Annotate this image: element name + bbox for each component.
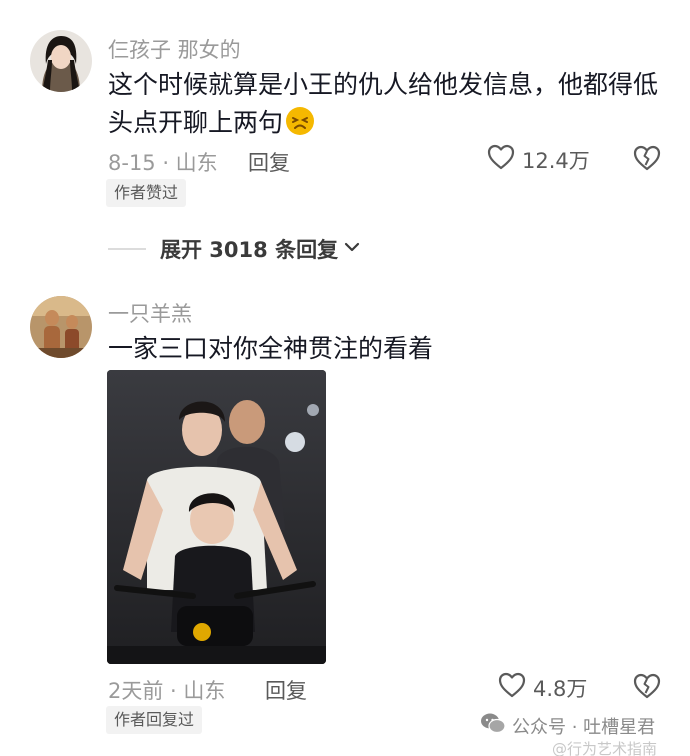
watermark-sub: @行为艺术指南 <box>552 740 658 756</box>
author-badge: 作者回复过 <box>106 706 203 734</box>
broken-heart-icon <box>632 145 662 177</box>
comment-image[interactable] <box>107 370 326 664</box>
wechat-icon <box>480 712 506 739</box>
watermark: 公众号 · 吐槽星君 <box>480 712 655 739</box>
avatar[interactable] <box>30 296 92 358</box>
emoji-icon <box>285 106 315 147</box>
author-badge: 作者赞过 <box>106 179 187 207</box>
broken-heart-icon <box>632 673 662 705</box>
like-count: 12.4万 <box>522 148 590 173</box>
dislike-button[interactable] <box>632 671 662 701</box>
like-count: 4.8万 <box>533 676 588 701</box>
avatar[interactable] <box>30 30 92 92</box>
comment-time-location: 8-15 · 山东 <box>108 151 218 175</box>
expand-replies-button[interactable]: 展开 3018 条回复 <box>108 234 362 264</box>
dislike-button[interactable] <box>632 143 662 173</box>
username[interactable]: 仨孩子 那女的 <box>108 34 241 64</box>
chevron-down-icon <box>342 237 362 261</box>
username[interactable]: 一只羊羔 <box>108 298 192 328</box>
watermark-label: 公众号 · 吐槽星君 <box>512 716 656 738</box>
like-button[interactable]: 4.8万 <box>497 671 587 704</box>
reply-button[interactable]: 回复 <box>248 147 290 177</box>
divider <box>108 248 146 250</box>
comment-time-location: 2天前 · 山东 <box>108 679 226 703</box>
comment-text: 一家三口对你全神贯注的看着 <box>108 334 434 363</box>
heart-icon <box>486 143 516 176</box>
expand-replies-label: 展开 3018 条回复 <box>160 238 339 262</box>
heart-icon <box>497 671 527 704</box>
comment-text: 这个时候就算是小王的仇人给他发信息，他都得低头点开聊上两句 <box>108 66 668 147</box>
reply-button[interactable]: 回复 <box>265 675 307 705</box>
like-button[interactable]: 12.4万 <box>486 143 590 176</box>
